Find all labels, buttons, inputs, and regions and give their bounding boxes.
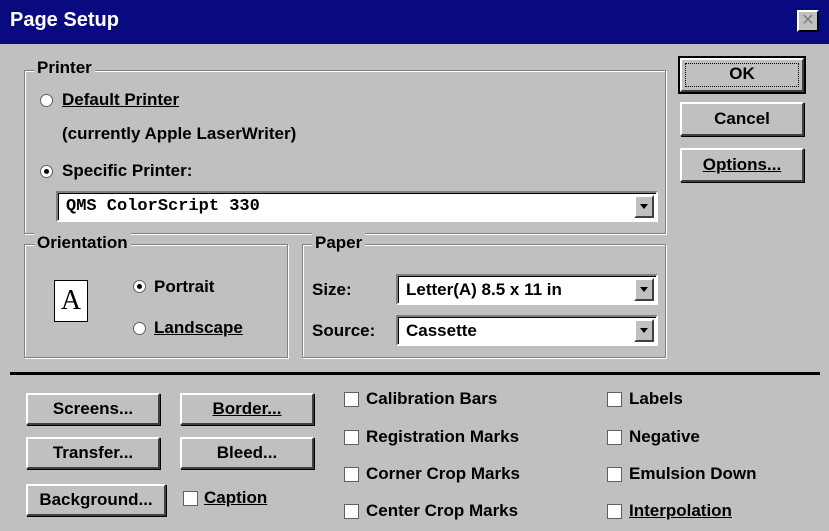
paper-size-label: Size:	[312, 280, 352, 299]
transfer-button[interactable]: Transfer...	[26, 437, 160, 469]
border-button[interactable]: Border...	[180, 393, 314, 425]
registration-marks-label[interactable]: Registration Marks	[366, 427, 519, 447]
chevron-down-icon[interactable]	[634, 278, 654, 301]
labels-checkbox[interactable]	[607, 392, 622, 407]
background-button[interactable]: Background...	[26, 484, 166, 516]
close-button[interactable]: ✕	[797, 10, 819, 32]
portrait-page-icon: A	[54, 280, 88, 322]
center-crop-marks-label[interactable]: Center Crop Marks	[366, 501, 518, 521]
specific-printer-label[interactable]: Specific Printer:	[62, 161, 192, 181]
landscape-label[interactable]: Landscape	[154, 318, 243, 338]
calibration-bars-checkbox[interactable]	[344, 392, 359, 407]
ok-focus-rect	[685, 63, 799, 87]
cancel-label: Cancel	[714, 109, 770, 128]
printer-select-value: QMS ColorScript 330	[66, 197, 260, 216]
registration-marks-checkbox[interactable]	[344, 430, 359, 445]
paper-size-value: Letter(A) 8.5 x 11 in	[406, 280, 562, 299]
caption-text: Caption	[204, 488, 268, 507]
emulsion-down-checkbox[interactable]	[607, 467, 622, 482]
orientation-group-label: Orientation	[34, 233, 131, 253]
chevron-down-icon[interactable]	[634, 319, 654, 342]
separator-line	[10, 372, 820, 375]
bleed-label: Bleed...	[216, 443, 278, 462]
landscape-text: Landscape	[154, 318, 243, 337]
default-printer-note: (currently Apple LaserWriter)	[62, 124, 297, 143]
center-crop-marks-checkbox[interactable]	[344, 504, 359, 519]
caption-label[interactable]: Caption	[204, 488, 267, 508]
transfer-label: Transfer...	[52, 443, 134, 462]
screens-label: Screens...	[52, 399, 134, 418]
paper-source-value: Cassette	[406, 321, 477, 340]
portrait-icon-letter: A	[60, 285, 82, 316]
default-printer-radio[interactable]	[40, 94, 53, 107]
printer-select[interactable]: QMS ColorScript 330	[56, 191, 658, 222]
screens-button[interactable]: Screens...	[26, 393, 160, 425]
page-setup-dialog: Page Setup ✕ Printer Default Printer (cu…	[0, 0, 829, 531]
border-label: Border...	[212, 399, 282, 418]
bleed-button[interactable]: Bleed...	[180, 437, 314, 469]
background-label: Background...	[39, 490, 153, 509]
emulsion-down-label[interactable]: Emulsion Down	[629, 464, 757, 484]
specific-printer-radio[interactable]	[40, 165, 53, 178]
paper-size-select[interactable]: Letter(A) 8.5 x 11 in	[396, 274, 658, 305]
paper-source-select[interactable]: Cassette	[396, 315, 658, 346]
title-bar: Page Setup ✕	[0, 0, 829, 44]
printer-group-label: Printer	[34, 58, 95, 78]
ok-button[interactable]: OK	[678, 56, 806, 94]
options-label: Options...	[702, 155, 782, 174]
corner-crop-marks-label[interactable]: Corner Crop Marks	[366, 464, 520, 484]
cancel-button[interactable]: Cancel	[680, 102, 804, 136]
dialog-title: Page Setup	[10, 9, 119, 31]
interpolation-text: Interpolation	[629, 501, 732, 520]
labels-label[interactable]: Labels	[629, 389, 683, 409]
corner-crop-marks-checkbox[interactable]	[344, 467, 359, 482]
negative-checkbox[interactable]	[607, 430, 622, 445]
portrait-label[interactable]: Portrait	[154, 277, 214, 297]
calibration-bars-label[interactable]: Calibration Bars	[366, 389, 497, 409]
interpolation-checkbox[interactable]	[607, 504, 622, 519]
caption-checkbox[interactable]	[183, 491, 198, 506]
paper-source-label: Source:	[312, 321, 376, 340]
landscape-radio[interactable]	[133, 322, 146, 335]
chevron-down-icon[interactable]	[634, 195, 654, 218]
interpolation-label[interactable]: Interpolation	[629, 501, 732, 521]
negative-label[interactable]: Negative	[629, 427, 700, 447]
default-printer-text: Default Printer	[62, 90, 180, 109]
close-icon: ✕	[801, 12, 815, 29]
portrait-radio[interactable]	[133, 280, 146, 293]
options-button[interactable]: Options...	[680, 148, 804, 182]
default-printer-label[interactable]: Default Printer	[62, 90, 179, 110]
paper-group-label: Paper	[312, 233, 366, 253]
